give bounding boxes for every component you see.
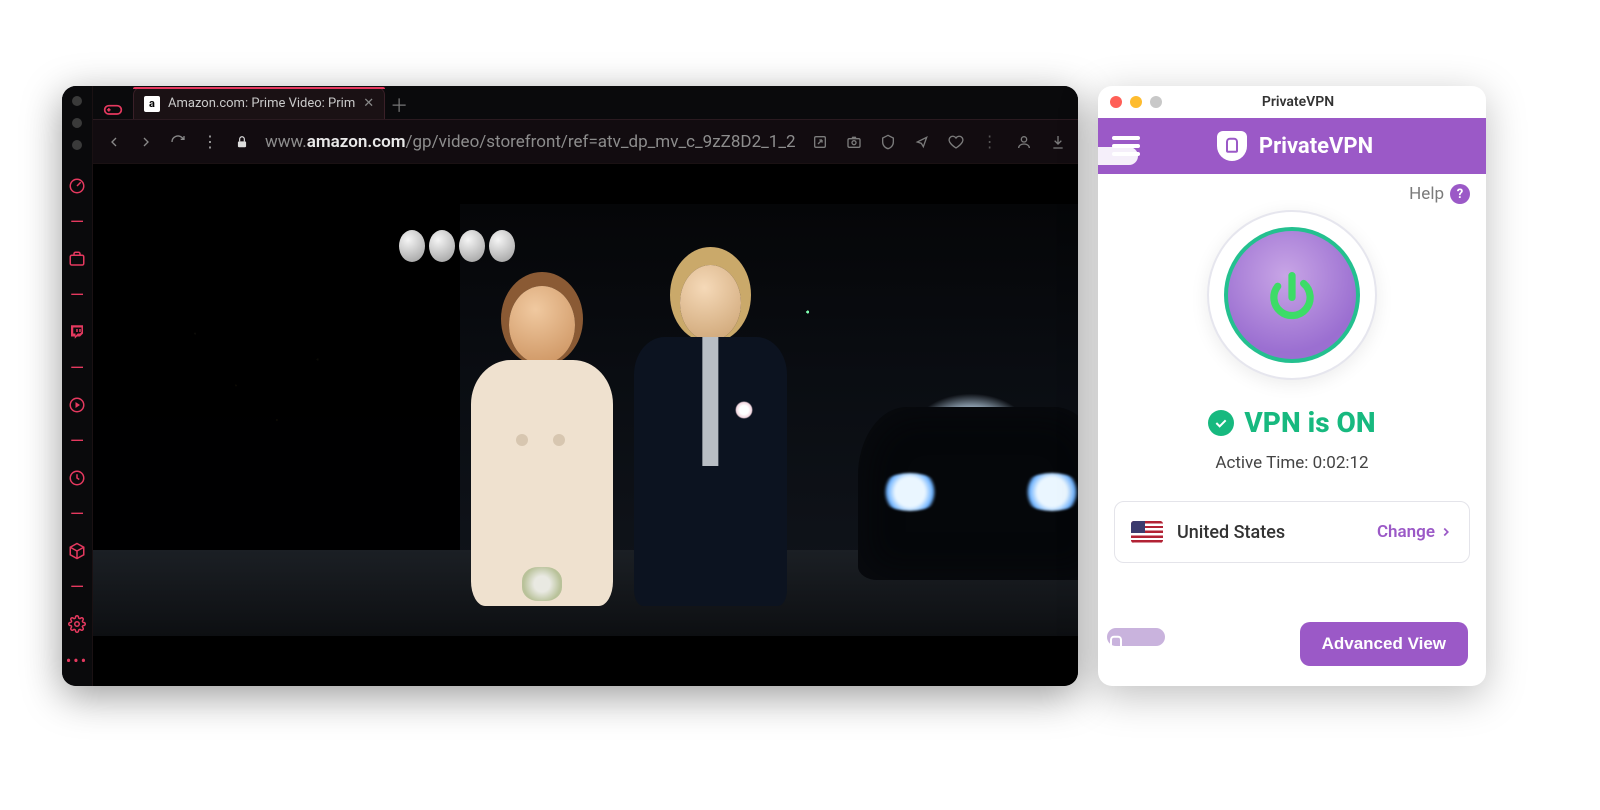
help-icon: ? <box>1450 184 1470 204</box>
separator: — <box>62 209 92 236</box>
tab-favicon: a <box>144 96 160 112</box>
browser-window: — — — — — — ••• a Amazon.com: Prime Vide… <box>62 86 1078 686</box>
vpn-window: PrivateVPN PrivateVPN Help ? <box>1098 86 1486 686</box>
power-button-outer <box>1207 210 1377 380</box>
vpn-status: VPN is ON <box>1098 406 1486 439</box>
active-time-label: Active Time: <box>1215 453 1312 473</box>
window-controls <box>72 96 82 150</box>
location-name: United States <box>1177 522 1285 543</box>
close-window-icon[interactable] <box>1110 96 1122 108</box>
url-prefix: www. <box>265 132 307 152</box>
power-icon <box>1263 266 1321 324</box>
separator: — <box>62 574 92 601</box>
status-text: VPN is ON <box>1244 406 1375 439</box>
shield-icon <box>1217 131 1247 161</box>
video-frame <box>93 204 1078 636</box>
change-location-link[interactable]: Change <box>1377 522 1453 542</box>
shield-icon[interactable] <box>878 134 898 150</box>
separator: — <box>62 282 92 309</box>
power-button[interactable] <box>1228 231 1356 359</box>
window-dot[interactable] <box>72 140 82 150</box>
active-time-value: 0:02:12 <box>1313 453 1369 473</box>
brand-logo: PrivateVPN <box>1211 129 1373 163</box>
camera-icon[interactable] <box>844 134 864 150</box>
separator: — <box>62 355 92 382</box>
briefcase-icon[interactable] <box>62 246 92 273</box>
url-host: amazon.com <box>307 132 406 152</box>
gamepad-icon[interactable] <box>93 99 133 119</box>
separator: — <box>62 501 92 528</box>
more-icon[interactable]: ••• <box>62 648 92 675</box>
browser-sidebar: — — — — — — ••• <box>62 86 93 686</box>
back-icon[interactable] <box>105 134 123 150</box>
lock-icon[interactable] <box>233 135 251 149</box>
vpn-brand-bar: PrivateVPN <box>1098 118 1486 174</box>
check-icon <box>1208 410 1234 436</box>
url-field[interactable]: www.amazon.com/gp/video/storefront/ref=a… <box>265 132 796 152</box>
window-dot[interactable] <box>72 118 82 128</box>
vpn-titlebar: PrivateVPN <box>1098 86 1486 118</box>
gear-icon[interactable] <box>62 611 92 638</box>
download-icon[interactable] <box>1048 134 1068 150</box>
user-icon[interactable] <box>1014 134 1034 150</box>
help-label: Help <box>1409 184 1444 204</box>
chevron-right-icon <box>1439 525 1453 539</box>
tab-title: Amazon.com: Prime Video: Prim <box>168 96 355 111</box>
video-player[interactable] <box>93 164 1078 686</box>
gauge-icon[interactable] <box>62 173 92 200</box>
forward-icon[interactable] <box>137 134 155 150</box>
brand-text: PrivateVPN <box>1259 134 1373 159</box>
browser-tab[interactable]: a Amazon.com: Prime Video: Prim ✕ <box>133 87 385 119</box>
separator: — <box>62 428 92 455</box>
share-icon[interactable] <box>810 134 830 150</box>
heart-icon[interactable] <box>946 134 966 150</box>
cube-icon[interactable] <box>62 538 92 565</box>
play-circle-icon[interactable] <box>62 392 92 419</box>
location-selector[interactable]: United States Change <box>1114 501 1470 563</box>
tab-bar: a Amazon.com: Prime Video: Prim ✕ ＋ <box>93 86 1078 120</box>
advanced-view-button[interactable]: Advanced View <box>1300 622 1468 666</box>
window-title: PrivateVPN <box>1170 94 1426 110</box>
browser-main: a Amazon.com: Prime Video: Prim ✕ ＋ ⋮ ww… <box>93 86 1078 686</box>
help-link[interactable]: Help ? <box>1098 174 1486 204</box>
send-icon[interactable] <box>912 134 932 150</box>
minimize-window-icon[interactable] <box>1130 96 1142 108</box>
twitch-icon[interactable] <box>62 319 92 346</box>
zoom-window-icon[interactable] <box>1150 96 1162 108</box>
flag-icon <box>1131 521 1163 543</box>
clock-icon[interactable] <box>62 465 92 492</box>
window-dot[interactable] <box>72 96 82 106</box>
vpn-footer: Advanced View <box>1098 608 1486 686</box>
reload-icon[interactable] <box>169 134 187 150</box>
url-path: /gp/video/storefront/ref=atv_dp_mv_c_9zZ… <box>405 132 795 152</box>
new-tab-button[interactable]: ＋ <box>385 91 413 119</box>
close-icon[interactable]: ✕ <box>363 96 374 111</box>
address-bar: ⋮ www.amazon.com/gp/video/storefront/ref… <box>93 120 1078 164</box>
active-time: Active Time: 0:02:12 <box>1098 453 1486 473</box>
change-label: Change <box>1377 522 1435 542</box>
